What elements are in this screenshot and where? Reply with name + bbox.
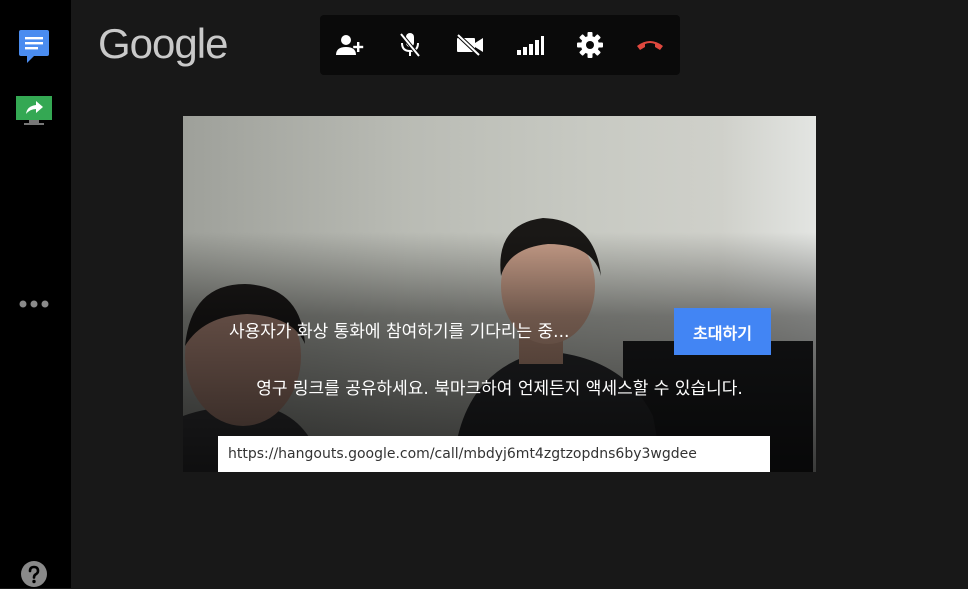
call-toolbar xyxy=(320,15,680,75)
left-sidebar xyxy=(0,0,71,588)
video-preview: 사용자가 화상 통화에 참여하기를 기다리는 중... 초대하기 영구 링크를 … xyxy=(183,116,816,472)
hang-up-button[interactable] xyxy=(620,15,680,75)
gear-icon xyxy=(577,32,603,58)
invite-button[interactable]: 초대하기 xyxy=(674,308,771,355)
hang-up-icon xyxy=(637,41,663,50)
settings-button[interactable] xyxy=(560,15,620,75)
waiting-message: 사용자가 화상 통화에 참여하기를 기다리는 중... xyxy=(229,322,570,342)
share-link-message: 영구 링크를 공유하세요. 북마크하여 언제든지 액세스할 수 있습니다. xyxy=(256,379,743,399)
add-person-icon xyxy=(336,35,364,55)
mute-microphone-button[interactable] xyxy=(380,15,440,75)
help-icon xyxy=(21,561,47,587)
present-screen-icon xyxy=(16,96,52,125)
present-screen-button[interactable] xyxy=(12,92,56,130)
signal-bars-icon xyxy=(517,36,544,55)
chat-icon xyxy=(19,30,49,63)
camera-off-icon xyxy=(456,34,483,56)
bandwidth-button[interactable] xyxy=(500,15,560,75)
camera-toggle-button[interactable] xyxy=(440,15,500,75)
more-dots-icon xyxy=(19,300,49,308)
add-person-button[interactable] xyxy=(320,15,380,75)
google-logo: Google xyxy=(98,20,228,67)
more-options-button[interactable] xyxy=(14,292,54,316)
help-button[interactable] xyxy=(19,559,49,589)
call-link-field[interactable] xyxy=(218,436,770,472)
mic-off-icon xyxy=(399,32,421,58)
chat-button[interactable] xyxy=(14,26,54,66)
